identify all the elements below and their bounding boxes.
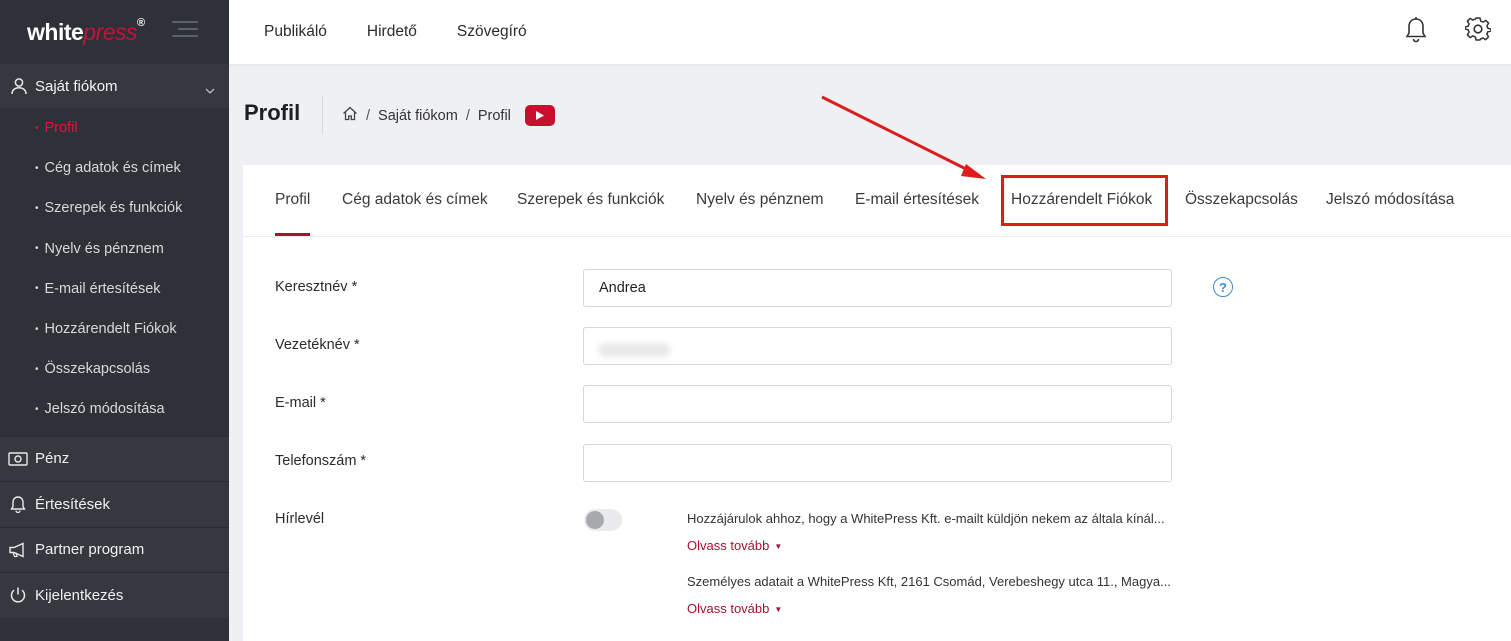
last-name-label: Vezetéknév * <box>275 337 360 353</box>
logo[interactable]: whitepress® <box>27 17 145 46</box>
money-icon <box>8 449 28 469</box>
header-divider <box>322 96 323 134</box>
breadcrumb-my-account[interactable]: Saját fiókom <box>378 108 458 124</box>
sidebar-submenu: • Profil • Cég adatok és címek • Szerepek é… <box>0 108 229 436</box>
sidebar-item-profil[interactable]: • Profil <box>0 108 229 148</box>
sidebar-item-logout[interactable]: Kijelentkezés <box>0 572 229 618</box>
megaphone-icon <box>8 540 28 560</box>
top-nav: Publikáló Hirdető Szövegíró <box>264 0 567 64</box>
consent-text-2: Személyes adatait a WhitePress Kft, 2161… <box>687 574 1171 589</box>
first-name-label: Keresztnév * <box>275 279 358 295</box>
tab-email-notifications[interactable]: E-mail értesítések <box>855 191 979 209</box>
bell-icon <box>8 494 28 514</box>
email-label: E-mail * <box>275 395 326 411</box>
topnav-advertiser[interactable]: Hirdető <box>367 23 417 41</box>
read-more-link-1[interactable]: Olvass tovább ▼ <box>687 538 782 553</box>
sidebar-item-company[interactable]: • Cég adatok és címek <box>0 148 229 188</box>
tab-language[interactable]: Nyelv és pénznem <box>696 191 824 209</box>
user-icon <box>9 76 29 96</box>
sidebar-section-label: Saját fiókom <box>35 77 118 95</box>
breadcrumb: / Saját fiókom / Profil <box>342 105 555 126</box>
sidebar-item-notifications[interactable]: Értesítések <box>0 481 229 527</box>
sidebar-item-password[interactable]: • Jelszó módosítása <box>0 389 229 429</box>
tab-company[interactable]: Cég adatok és címek <box>342 191 488 209</box>
profile-card: Profil Cég adatok és címek Szerepek és f… <box>243 165 1511 641</box>
sidebar-item-assigned-accounts[interactable]: • Hozzárendelt Fiókok <box>0 309 229 349</box>
gear-icon[interactable] <box>1464 16 1492 44</box>
phone-field[interactable] <box>583 444 1172 482</box>
logo-bar: whitepress® <box>0 0 229 64</box>
topnav-publisher[interactable]: Publikáló <box>264 23 327 41</box>
page-title: Profil <box>244 100 301 125</box>
sidebar-item-language[interactable]: • Nyelv és pénznem <box>0 229 229 269</box>
topnav-copywriter[interactable]: Szövegíró <box>457 23 527 41</box>
redacted-value <box>598 343 670 357</box>
tab-profil[interactable]: Profil <box>275 191 311 236</box>
tab-bar: Profil Cég adatok és címek Szerepek és f… <box>243 165 1511 237</box>
consent-text-1: Hozzájárulok ahhoz, hogy a WhitePress Kf… <box>687 511 1165 526</box>
tab-roles[interactable]: Szerepek és funkciók <box>517 191 664 209</box>
sidebar-item-roles[interactable]: • Szerepek és funkciók <box>0 188 229 228</box>
power-icon <box>8 585 28 605</box>
sidebar-item-linking[interactable]: • Összekapcsolás <box>0 349 229 389</box>
first-name-field[interactable] <box>583 269 1172 307</box>
help-icon[interactable]: ? <box>1213 277 1233 297</box>
sidebar-item-money[interactable]: Pénz <box>0 435 229 481</box>
sidebar-section-my-account[interactable]: Saját fiókom <box>0 64 229 108</box>
tab-assigned-accounts[interactable]: Hozzárendelt Fiókok <box>1011 191 1152 209</box>
youtube-icon[interactable] <box>524 105 555 126</box>
read-more-link-2[interactable]: Olvass tovább ▼ <box>687 601 782 616</box>
home-icon[interactable] <box>342 106 358 125</box>
chevron-down-icon <box>205 81 215 98</box>
bell-icon[interactable] <box>1404 16 1430 44</box>
breadcrumb-current: Profil <box>477 107 511 124</box>
hamburger-icon[interactable] <box>172 21 198 41</box>
newsletter-toggle[interactable] <box>584 509 622 531</box>
email-field[interactable] <box>583 385 1172 423</box>
sidebar: whitepress® Saját fiókom • Profil • Cég ad… <box>0 0 229 641</box>
tab-password[interactable]: Jelszó módosítása <box>1326 191 1454 209</box>
tab-linking[interactable]: Összekapcsolás <box>1185 191 1298 209</box>
sidebar-item-partner[interactable]: Partner program <box>0 526 229 572</box>
sidebar-item-email-notifications[interactable]: • E-mail értesítések <box>0 269 229 309</box>
phone-label: Telefonszám * <box>275 453 367 469</box>
newsletter-label: Hírlevél <box>275 511 325 527</box>
toggle-knob <box>586 511 604 529</box>
top-bar: Publikáló Hirdető Szövegíró <box>229 0 1511 64</box>
last-name-field[interactable] <box>583 327 1172 365</box>
